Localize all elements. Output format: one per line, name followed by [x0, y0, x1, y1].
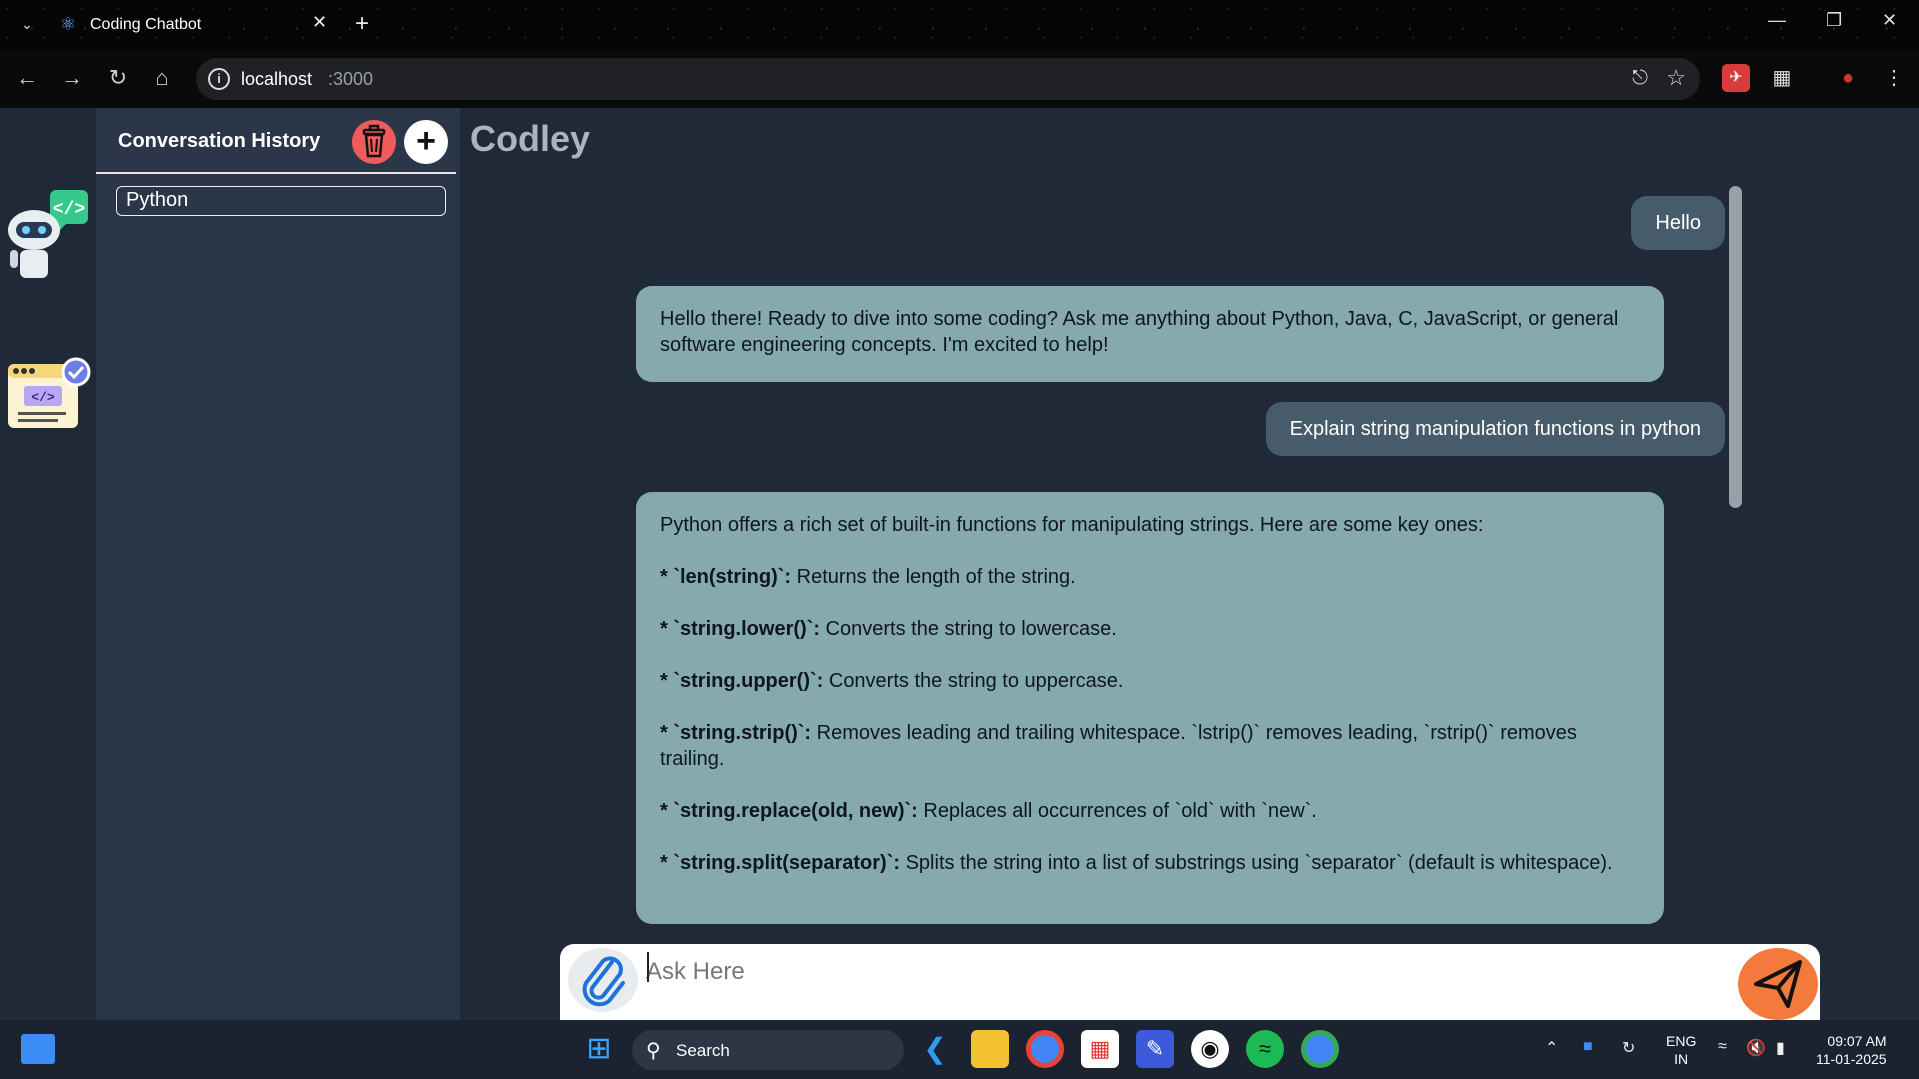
- function-desc: Replaces all occurrences of `old` with `…: [917, 800, 1317, 822]
- svg-text:</>: </>: [31, 390, 55, 405]
- windows-start-icon[interactable]: ⊞: [580, 1030, 618, 1068]
- robot-logo-icon[interactable]: </>: [6, 188, 90, 280]
- function-name: * `string.split(separator)`:: [660, 852, 901, 874]
- history-item-python[interactable]: Python: [116, 186, 446, 216]
- function-name: * `string.replace(old, new)`:: [660, 800, 918, 822]
- browser-menu-icon[interactable]: ⋮: [1880, 64, 1908, 92]
- paperclip-icon: [582, 956, 625, 1007]
- password-key-icon[interactable]: ⎋: [1632, 67, 1648, 90]
- search-label: Search: [676, 1041, 730, 1060]
- chat-scrollbar[interactable]: [1729, 186, 1742, 508]
- composer: [560, 944, 1820, 1020]
- chrome-profile-icon[interactable]: [1301, 1030, 1339, 1068]
- extension-icon[interactable]: ✈: [1722, 64, 1750, 92]
- profile-avatar[interactable]: ●: [1834, 64, 1862, 92]
- new-conversation-button[interactable]: +: [404, 120, 448, 164]
- list-item: * `string.split(separator)`: Splits the …: [660, 850, 1640, 876]
- list-item: * `len(string)`: Returns the length of t…: [660, 564, 1640, 590]
- github-icon[interactable]: ◉: [1191, 1030, 1229, 1068]
- delete-history-button[interactable]: [352, 120, 396, 164]
- sidebar-divider: [96, 172, 456, 174]
- region-code: IN: [1674, 1051, 1689, 1067]
- address-bar[interactable]: i localhost :3000 ⎋ ☆: [196, 58, 1700, 100]
- battery-icon[interactable]: ▮: [1776, 1038, 1785, 1058]
- send-button[interactable]: [1738, 948, 1818, 1020]
- list-item: * `string.lower()`: Converts the string …: [660, 616, 1640, 642]
- list-item: * `string.replace(old, new)`: Replaces a…: [660, 798, 1640, 824]
- tab-search-chevron-icon[interactable]: ⌄: [16, 13, 38, 35]
- function-name: * `len(string)`:: [660, 566, 792, 588]
- attach-button[interactable]: [568, 948, 638, 1012]
- close-tab-icon[interactable]: ✕: [312, 12, 327, 33]
- taskbar-search[interactable]: ⚲ Search: [632, 1030, 904, 1070]
- defender-icon[interactable]: ■: [1583, 1038, 1593, 1056]
- sync-icon[interactable]: ↻: [1622, 1038, 1635, 1058]
- site-info-icon[interactable]: i: [208, 68, 230, 90]
- bookmark-star-icon[interactable]: ☆: [1666, 65, 1686, 91]
- function-desc: Converts the string to uppercase.: [823, 670, 1124, 692]
- date: 11-01-2025: [1816, 1051, 1887, 1067]
- tab-title: Coding Chatbot: [90, 16, 202, 33]
- back-icon[interactable]: ←: [13, 64, 41, 92]
- language-indicator[interactable]: ENG IN: [1666, 1032, 1696, 1068]
- list-item: * `string.strip()`: Removes leading and …: [660, 720, 1640, 772]
- browser-tab-bar: ⌄ ⚛ Coding Chatbot ✕ + — ❐ ✕: [0, 0, 1919, 50]
- tray-overflow-icon[interactable]: ⌃: [1545, 1038, 1558, 1058]
- bot-message: Hello there! Ready to dive into some cod…: [636, 286, 1664, 382]
- close-window-icon[interactable]: ✕: [1882, 10, 1897, 31]
- browser-tab[interactable]: ⚛ Coding Chatbot ✕: [50, 8, 340, 50]
- url-host: localhost: [241, 69, 313, 89]
- trash-icon: [362, 124, 386, 158]
- restore-icon[interactable]: ❐: [1826, 10, 1842, 31]
- clock[interactable]: 09:07 AM 11-01-2025: [1816, 1032, 1887, 1068]
- home-icon[interactable]: ⌂: [148, 64, 176, 92]
- code-window-icon[interactable]: </>: [6, 352, 92, 432]
- sidebar-title: Conversation History: [118, 130, 321, 152]
- app-title: Codley: [470, 118, 591, 159]
- file-explorer-icon[interactable]: [971, 1030, 1009, 1068]
- function-desc: Returns the length of the string.: [791, 566, 1076, 588]
- bot-intro-text: Python offers a rich set of built-in fun…: [660, 514, 1484, 536]
- lang-code: ENG: [1666, 1033, 1697, 1049]
- send-icon: [1754, 960, 1802, 1008]
- search-icon: ⚲: [646, 1040, 661, 1062]
- extensions-puzzle-icon[interactable]: ▦: [1768, 64, 1796, 92]
- browser-toolbar: ← → ↻ ⌂ i localhost :3000 ⎋ ☆ ✈ ▦ ● ⋮: [0, 50, 1919, 108]
- function-desc: Splits the string into a list of substri…: [900, 852, 1613, 874]
- microsoft-store-icon[interactable]: ▦: [1081, 1030, 1119, 1068]
- function-name: * `string.lower()`:: [660, 618, 820, 640]
- left-rail: </> </>: [0, 108, 96, 1020]
- function-name: * `string.upper()`:: [660, 670, 824, 692]
- react-favicon-icon: ⚛: [60, 14, 77, 34]
- reload-icon[interactable]: ↻: [104, 64, 132, 92]
- function-desc: Converts the string to lowercase.: [820, 618, 1117, 640]
- function-name: * `string.strip()`:: [660, 722, 812, 744]
- new-tab-icon[interactable]: +: [355, 10, 369, 38]
- volume-muted-icon[interactable]: 🔇: [1746, 1038, 1766, 1058]
- chat-area: Codley Hello Hello there! Ready to dive …: [460, 108, 1919, 1020]
- chrome-icon[interactable]: [1026, 1030, 1064, 1068]
- user-message: Hello: [1631, 196, 1725, 250]
- widgets-icon[interactable]: [21, 1034, 55, 1064]
- conversation-sidebar: Conversation History + Python: [96, 108, 460, 1020]
- ask-input[interactable]: [646, 948, 1706, 996]
- minimize-icon[interactable]: —: [1768, 10, 1786, 31]
- bot-message: Python offers a rich set of built-in fun…: [636, 492, 1664, 924]
- windows-taskbar: ⊞ ⚲ Search ❮ ▦ ✎ ◉ ≈ ⌃ ■ ↻ ENG IN ≈ 🔇 ▮ …: [0, 1020, 1919, 1079]
- forward-icon[interactable]: →: [58, 64, 86, 92]
- app-icon[interactable]: ✎: [1136, 1030, 1174, 1068]
- chatbot-app: </> </> Conversation History + Python Co…: [0, 108, 1919, 1020]
- list-item: * `string.upper()`: Converts the string …: [660, 668, 1640, 694]
- url-port: :3000: [328, 69, 374, 89]
- wifi-icon[interactable]: ≈: [1718, 1038, 1727, 1056]
- plus-icon: +: [416, 122, 436, 160]
- time: 09:07 AM: [1827, 1033, 1887, 1049]
- user-message: Explain string manipulation functions in…: [1265, 402, 1725, 456]
- text-caret: [647, 952, 649, 982]
- vscode-icon[interactable]: ❮: [916, 1030, 954, 1068]
- svg-text:</>: </>: [53, 200, 85, 220]
- spotify-icon[interactable]: ≈: [1246, 1030, 1284, 1068]
